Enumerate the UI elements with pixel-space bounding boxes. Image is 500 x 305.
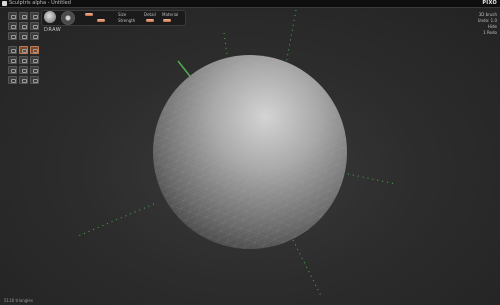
- scene-svg[interactable]: [0, 8, 500, 305]
- tool-draw[interactable]: [8, 12, 17, 20]
- detail-label: Detail: [144, 12, 156, 17]
- brand-logo: PIXO: [482, 0, 497, 6]
- tool-grab[interactable]: [8, 32, 17, 40]
- strength-label: Strength: [118, 18, 136, 23]
- mode-grid: [8, 46, 39, 64]
- info-line: 1 Redo: [483, 30, 497, 35]
- tool-smooth[interactable]: [30, 22, 39, 30]
- tool-rotate[interactable]: [19, 32, 28, 40]
- mode-mask[interactable]: [8, 56, 17, 64]
- tool-export[interactable]: [8, 76, 17, 84]
- sculpt-sphere-mesh: [153, 55, 347, 249]
- tool-crease[interactable]: [30, 12, 39, 20]
- tool-help[interactable]: [30, 76, 39, 84]
- tool-pinch[interactable]: [19, 22, 28, 30]
- tool-options[interactable]: [19, 76, 28, 84]
- mode-wire[interactable]: [19, 46, 28, 54]
- triangle-count: 5116 triangles: [4, 298, 33, 303]
- tool-flatten[interactable]: [19, 12, 28, 20]
- tool-scale[interactable]: [30, 32, 39, 40]
- material-slider[interactable]: [163, 19, 171, 22]
- size-slider[interactable]: [85, 13, 93, 16]
- tool-save[interactable]: [19, 66, 28, 74]
- app-icon: [2, 1, 7, 6]
- tool-grid-bottom: [8, 66, 39, 84]
- active-tool-label: DRAW: [44, 27, 62, 33]
- title-bar: Sculptris alpha - Untitled PIXO: [0, 0, 500, 8]
- tool-inflate[interactable]: [8, 22, 17, 30]
- info-panel: 3D brush Undo: 1.0 Hide 1 Redo: [478, 12, 497, 36]
- tool-import[interactable]: [30, 66, 39, 74]
- mode-hide[interactable]: [19, 56, 28, 64]
- strength-slider[interactable]: [97, 19, 105, 22]
- active-brush-button[interactable]: [44, 11, 56, 23]
- mode-symmetry[interactable]: [8, 46, 17, 54]
- tool-open[interactable]: [8, 66, 17, 74]
- material-label: Material: [162, 12, 179, 17]
- viewport[interactable]: [0, 8, 500, 305]
- detail-slider[interactable]: [146, 19, 154, 22]
- size-label: Size: [118, 12, 127, 17]
- window-title: Sculptris alpha - Untitled: [9, 0, 71, 6]
- mode-paint[interactable]: [30, 46, 39, 54]
- brush-settings-button[interactable]: [61, 11, 75, 25]
- brush-grid: [8, 12, 39, 40]
- mode-reduce[interactable]: [30, 56, 39, 64]
